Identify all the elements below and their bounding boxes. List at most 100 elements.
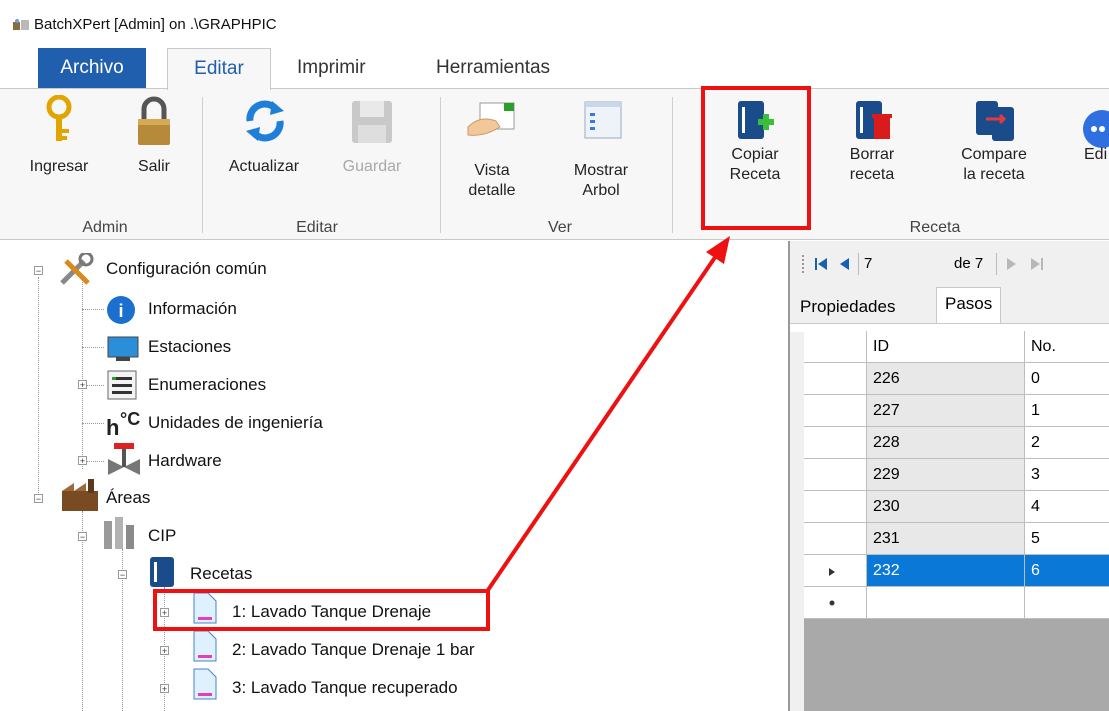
last-record-icon[interactable] <box>1030 257 1044 271</box>
copiar-receta-button[interactable]: Copiar Receta <box>706 95 804 205</box>
vista-detalle-button[interactable]: Vista detalle <box>452 95 532 211</box>
cell-no[interactable]: 4 <box>1025 491 1109 523</box>
table-row[interactable]: 226 0 <box>804 363 1109 395</box>
row-selector[interactable] <box>804 587 867 619</box>
guardar-label: Guardar <box>342 158 402 175</box>
cell-id: 228 <box>867 427 1025 459</box>
tree-item-hardware[interactable]: Hardware <box>148 451 222 471</box>
row-selector[interactable] <box>804 523 867 555</box>
actualizar-label: Actualizar <box>228 158 300 175</box>
record-count-label: de 7 <box>954 255 984 272</box>
compare-recipe-icon <box>976 101 1014 141</box>
tree-item-recipe-1[interactable]: 1: Lavado Tanque Drenaje <box>232 602 431 622</box>
expand-toggle[interactable]: + <box>160 608 169 618</box>
expand-toggle[interactable]: + <box>78 456 87 466</box>
edit-recipe-button[interactable]: Edi <box>1068 95 1109 205</box>
ribbon-separator <box>672 97 673 233</box>
tab-pasos[interactable]: Pasos <box>936 287 1002 328</box>
tree-connector <box>82 309 104 310</box>
cell-no-empty[interactable] <box>1025 587 1109 619</box>
column-header-no[interactable]: No. <box>1025 331 1109 363</box>
cell-no[interactable]: 1 <box>1025 395 1109 427</box>
guardar-button[interactable]: Guardar <box>324 95 420 205</box>
window-title: BatchXPert [Admin] on .\GRAPHPIC <box>34 16 277 33</box>
cell-no[interactable]: 5 <box>1025 523 1109 555</box>
cell-no[interactable]: 2 <box>1025 427 1109 459</box>
cell-id: 230 <box>867 491 1025 523</box>
table-row[interactable]: 229 3 <box>804 459 1109 491</box>
steps-grid: ID No. 226 0 227 1 228 2 229 3 230 4 231… <box>804 331 1109 711</box>
tab-editar[interactable]: Editar <box>167 48 271 90</box>
cell-no[interactable]: 6 <box>1025 555 1109 587</box>
record-navigator: 7 de 7 <box>790 241 1109 287</box>
toolbar-grip <box>802 255 806 273</box>
tree-view-icon <box>584 101 622 139</box>
row-selector[interactable] <box>804 555 867 587</box>
first-record-icon[interactable] <box>814 257 828 271</box>
cell-id: 229 <box>867 459 1025 491</box>
row-selector[interactable] <box>804 363 867 395</box>
collapse-toggle[interactable]: − <box>34 494 43 504</box>
table-row[interactable]: 227 1 <box>804 395 1109 427</box>
save-disk-icon <box>352 101 392 143</box>
tree-item-informacion[interactable]: Información <box>148 299 237 319</box>
collapse-toggle[interactable]: − <box>34 266 43 276</box>
record-position-input[interactable]: 7 <box>864 255 872 272</box>
cell-id: 226 <box>867 363 1025 395</box>
compare-receta-button[interactable]: Compare la receta <box>944 95 1044 205</box>
info-icon: i <box>107 296 135 324</box>
tree-item-estaciones[interactable]: Estaciones <box>148 337 231 357</box>
row-selector[interactable] <box>804 459 867 491</box>
tree-item-cip[interactable]: CIP <box>148 526 176 546</box>
cell-no[interactable]: 0 <box>1025 363 1109 395</box>
table-row[interactable]: 231 5 <box>804 523 1109 555</box>
ingresar-label: Ingresar <box>29 158 89 175</box>
next-record-icon[interactable] <box>1006 257 1018 271</box>
tree-item-recipe-3[interactable]: 3: Lavado Tanque recuperado <box>232 678 458 698</box>
tree-item-configuracion[interactable]: Configuración común <box>106 259 267 279</box>
cell-no[interactable]: 3 <box>1025 459 1109 491</box>
tree-connector <box>82 277 83 469</box>
more-options-icon <box>1083 110 1109 148</box>
column-header-id[interactable]: ID <box>867 331 1025 363</box>
salir-button[interactable]: Salir <box>122 95 186 205</box>
ingresar-button[interactable]: Ingresar <box>20 95 98 205</box>
cell-id-empty[interactable] <box>867 587 1025 619</box>
tree-item-recetas[interactable]: Recetas <box>190 564 252 584</box>
tree-item-unidades[interactable]: Unidades de ingeniería <box>148 413 323 433</box>
salir-label: Salir <box>137 158 170 175</box>
ribbon-tabs: Archivo Editar Imprimir Herramientas <box>0 48 1109 90</box>
valve-icon <box>108 443 140 475</box>
borrar-receta-button[interactable]: Borrar receta <box>832 95 912 205</box>
row-selector[interactable] <box>804 491 867 523</box>
borrar-receta-label: Borrar receta <box>849 146 895 183</box>
tab-propiedades[interactable]: Propiedades <box>796 291 899 323</box>
expand-toggle[interactable]: + <box>160 684 169 694</box>
tab-archivo[interactable]: Archivo <box>38 48 146 88</box>
expand-toggle[interactable]: + <box>160 646 169 656</box>
row-selector[interactable] <box>804 427 867 459</box>
table-row[interactable]: 230 4 <box>804 491 1109 523</box>
row-selector[interactable] <box>804 395 867 427</box>
current-row-icon <box>829 568 835 576</box>
table-row[interactable]: 228 2 <box>804 427 1109 459</box>
expand-toggle[interactable]: + <box>78 380 87 390</box>
tree-item-recipe-2[interactable]: 2: Lavado Tanque Drenaje 1 bar <box>232 640 475 660</box>
table-row-selected[interactable]: 232 6 <box>804 555 1109 587</box>
group-label-admin: Admin <box>82 219 128 236</box>
previous-record-icon[interactable] <box>838 257 850 271</box>
new-row[interactable] <box>804 587 1109 619</box>
actualizar-button[interactable]: Actualizar <box>214 95 314 205</box>
tree-item-enumeraciones[interactable]: Enumeraciones <box>148 375 266 395</box>
recipe-book-icon <box>150 557 174 587</box>
tools-icon <box>60 253 94 285</box>
collapse-toggle[interactable]: − <box>118 570 127 580</box>
tab-herramientas[interactable]: Herramientas <box>420 48 566 88</box>
collapse-toggle[interactable]: − <box>78 532 87 542</box>
group-label-editar: Editar <box>296 219 338 236</box>
tab-imprimir[interactable]: Imprimir <box>281 48 382 88</box>
mostrar-arbol-button[interactable]: Mostrar Arbol <box>556 95 646 211</box>
tree-item-areas[interactable]: Áreas <box>106 488 150 508</box>
navigation-tree: − Configuración común i Información Esta… <box>0 241 790 711</box>
factory-icon <box>62 479 98 511</box>
